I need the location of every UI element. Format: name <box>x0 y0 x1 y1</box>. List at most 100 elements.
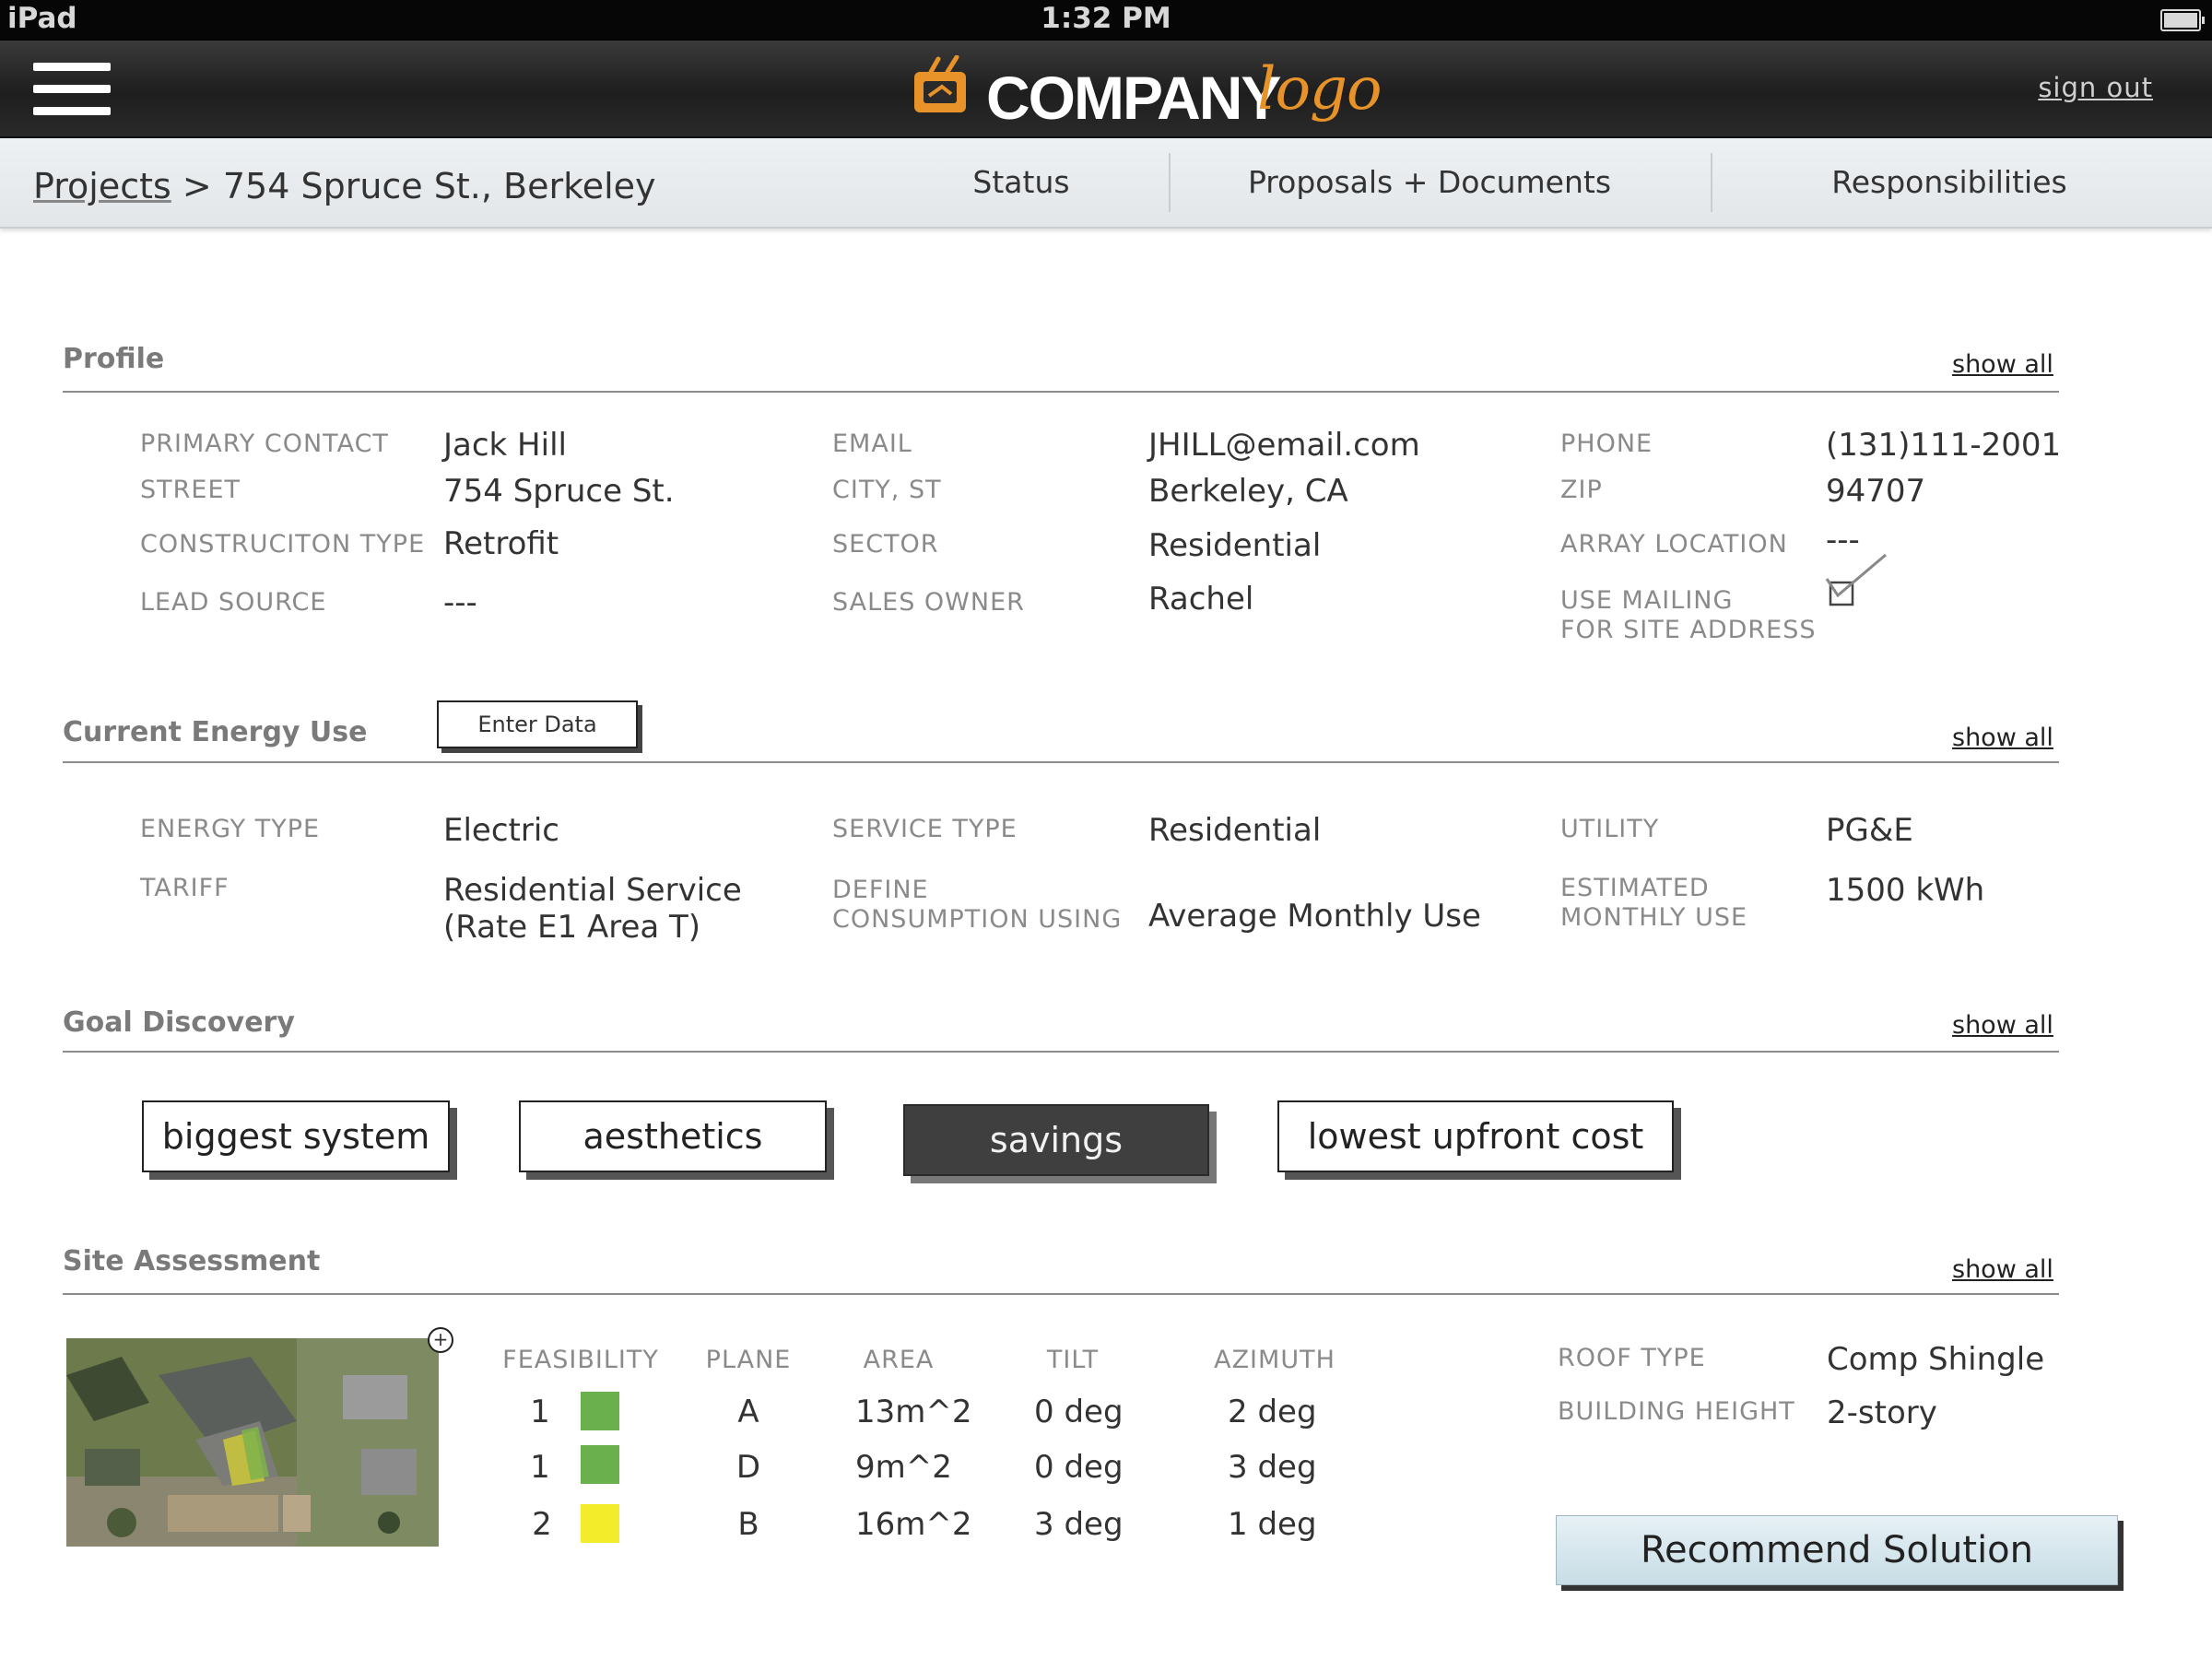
col-tilt: TILT <box>1046 1346 1100 1374</box>
tab-responsibilities[interactable]: Responsibilities <box>1712 138 2186 227</box>
email-value: JHILL@email.com <box>1148 427 1420 464</box>
recommend-solution-button[interactable]: Recommend Solution <box>1556 1515 2118 1585</box>
goal-savings-button[interactable]: savings <box>903 1104 1209 1176</box>
sector-label: SECTOR <box>832 530 939 559</box>
city-st-label: CITY, ST <box>832 476 942 504</box>
app-header: COMPANY logo sign out <box>0 41 2212 138</box>
feasibility-swatch <box>581 1445 619 1484</box>
col-area: AREA <box>863 1346 935 1374</box>
energy-type-label: ENERGY TYPE <box>140 815 321 843</box>
primary-contact-label: PRIMARY CONTACT <box>140 429 389 458</box>
feasibility-swatch <box>581 1392 619 1430</box>
feasibility-swatch <box>581 1504 619 1543</box>
sales-owner-value: Rachel <box>1148 581 1254 618</box>
table-cell-feasibility: 2 <box>532 1506 552 1543</box>
company-logo: COMPANY logo <box>911 50 1382 133</box>
building-height-label: BUILDING HEIGHT <box>1558 1397 1795 1426</box>
site-show-all-link[interactable]: show all <box>1952 1255 2053 1284</box>
est-monthly-use-label-line1: ESTIMATED <box>1560 874 1710 902</box>
energy-title: Current Energy Use <box>63 716 368 748</box>
col-azimuth: AZIMUTH <box>1214 1346 1335 1374</box>
use-mailing-label-line2: FOR SITE ADDRESS <box>1560 616 1817 644</box>
table-cell-area: 9m^2 <box>855 1449 952 1486</box>
energy-type-value: Electric <box>443 812 559 849</box>
tariff-value: Residential Service (Rate E1 Area T) <box>443 872 742 946</box>
est-monthly-use-label-line2: MONTHLY USE <box>1560 903 1748 932</box>
phone-label: PHONE <box>1560 429 1653 458</box>
breadcrumb-projects-link[interactable]: Projects <box>33 166 171 206</box>
goal-aesthetics-button[interactable]: aesthetics <box>519 1100 827 1172</box>
primary-contact-value: Jack Hill <box>443 427 567 464</box>
zip-value: 94707 <box>1826 473 1926 510</box>
table-cell-tilt: 0 deg <box>1034 1394 1124 1430</box>
table-cell-tilt: 3 deg <box>1034 1506 1124 1543</box>
city-st-value: Berkeley, CA <box>1148 473 1348 510</box>
logo-script: logo <box>1257 55 1382 124</box>
tab-proposals-documents[interactable]: Proposals + Documents <box>1171 138 1688 227</box>
service-type-value: Residential <box>1148 812 1322 849</box>
table-cell-azimuth: 3 deg <box>1228 1449 1317 1486</box>
lead-source-value: --- <box>443 584 477 621</box>
aerial-site-image[interactable] <box>66 1338 439 1547</box>
define-consumption-label-line2: CONSUMPTION USING <box>832 905 1123 934</box>
use-mailing-label: USE MAILING FOR SITE ADDRESS <box>1560 586 1817 645</box>
table-cell-feasibility: 1 <box>530 1449 550 1486</box>
define-consumption-value: Average Monthly Use <box>1148 898 1481 935</box>
street-label: STREET <box>140 476 241 504</box>
goals-divider <box>63 1051 2059 1053</box>
building-height-value: 2-story <box>1827 1394 1937 1431</box>
nav-bar: Projects > 754 Spruce St., Berkeley Stat… <box>0 138 2212 229</box>
col-plane: PLANE <box>705 1346 792 1374</box>
profile-show-all-link[interactable]: show all <box>1952 350 2053 379</box>
sales-owner-label: SALES OWNER <box>832 588 1025 617</box>
tv-logo-icon <box>914 55 966 112</box>
goal-biggest-system-button[interactable]: biggest system <box>142 1100 450 1172</box>
array-location-label: ARRAY LOCATION <box>1560 530 1788 559</box>
table-cell-plane: A <box>737 1394 759 1430</box>
col-feasibility: FEASIBILITY <box>502 1346 659 1374</box>
energy-show-all-link[interactable]: show all <box>1952 724 2053 752</box>
goals-title: Goal Discovery <box>63 1006 295 1039</box>
utility-label: UTILITY <box>1560 815 1660 843</box>
hamburger-menu-icon[interactable] <box>33 63 111 116</box>
table-cell-plane: D <box>735 1449 761 1486</box>
email-label: EMAIL <box>832 429 912 458</box>
energy-divider <box>63 761 2059 763</box>
service-type-label: SERVICE TYPE <box>832 815 1018 843</box>
table-cell-azimuth: 1 deg <box>1228 1506 1317 1543</box>
use-mailing-checkbox[interactable] <box>1825 551 1889 610</box>
table-cell-azimuth: 2 deg <box>1228 1394 1317 1430</box>
goal-lowest-upfront-cost-button[interactable]: lowest upfront cost <box>1277 1100 1674 1172</box>
street-value: 754 Spruce St. <box>443 473 675 510</box>
table-cell-area: 16m^2 <box>855 1506 972 1543</box>
profile-divider <box>63 391 2059 393</box>
define-consumption-label: DEFINE CONSUMPTION USING <box>832 876 1122 935</box>
sector-value: Residential <box>1148 527 1322 564</box>
breadcrumb: Projects > 754 Spruce St., Berkeley <box>33 166 656 206</box>
utility-value: PG&E <box>1826 812 1913 849</box>
clock: 1:32 PM <box>1041 2 1171 35</box>
enter-data-button[interactable]: Enter Data <box>437 700 638 748</box>
est-monthly-use-label: ESTIMATED MONTHLY USE <box>1560 874 1747 933</box>
table-cell-tilt: 0 deg <box>1034 1449 1124 1486</box>
breadcrumb-separator: > <box>182 166 212 206</box>
tab-status[interactable]: Status <box>922 138 1121 227</box>
expand-plus-icon[interactable]: + <box>428 1327 453 1353</box>
construction-type-value: Retrofit <box>443 525 559 562</box>
est-monthly-use-value: 1500 kWh <box>1826 872 1985 909</box>
table-cell-feasibility: 1 <box>530 1394 550 1430</box>
tariff-label: TARIFF <box>140 874 229 902</box>
table-cell-area: 13m^2 <box>855 1394 972 1430</box>
lead-source-label: LEAD SOURCE <box>140 588 327 617</box>
site-title: Site Assessment <box>63 1245 321 1277</box>
site-divider <box>63 1293 2059 1295</box>
logo-word: COMPANY <box>986 64 1281 132</box>
zip-label: ZIP <box>1560 476 1603 504</box>
tariff-value-line2: (Rate E1 Area T) <box>443 909 701 946</box>
sign-out-link[interactable]: sign out <box>2038 72 2153 103</box>
profile-title: Profile <box>63 343 165 375</box>
define-consumption-label-line1: DEFINE <box>832 876 929 904</box>
roof-type-value: Comp Shingle <box>1827 1341 2045 1378</box>
table-cell-plane: B <box>737 1506 759 1543</box>
goals-show-all-link[interactable]: show all <box>1952 1011 2053 1040</box>
